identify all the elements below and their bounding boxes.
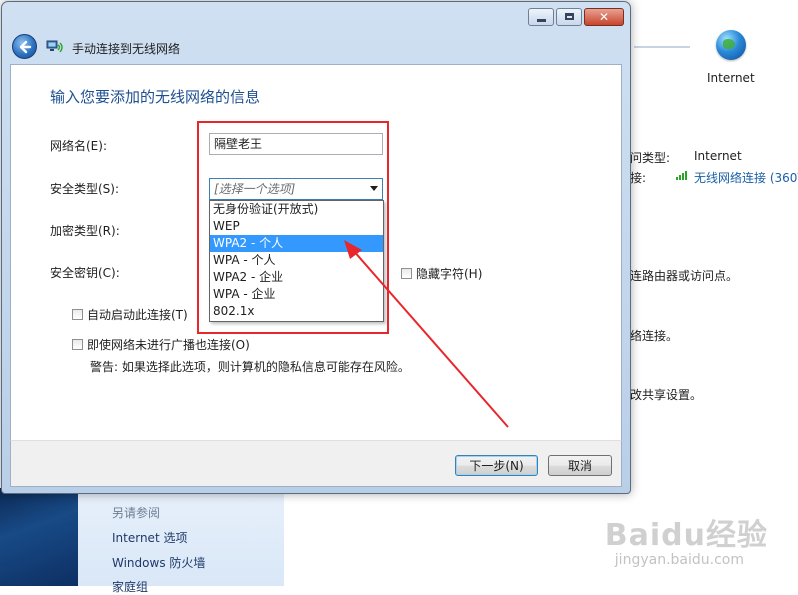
annotation-arrow [344,240,509,428]
watermark-url: jingyan.baidu.com [614,552,744,568]
watermark-logo: Baidu经验 [604,518,768,553]
